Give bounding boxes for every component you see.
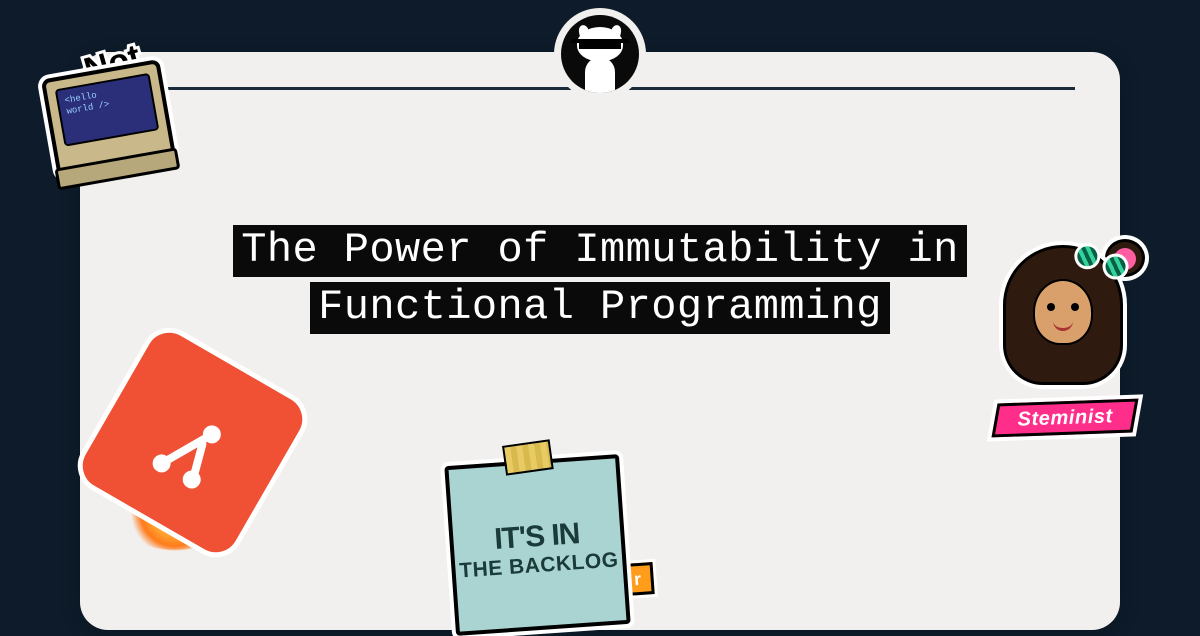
crt-screen: <hello world /> <box>55 73 160 147</box>
face-icon <box>1033 279 1093 345</box>
github-badge <box>554 8 646 100</box>
post-title-text: The Power of Immutability in Functional … <box>233 225 966 334</box>
crt-monitor-icon: <hello world /> <box>41 59 177 178</box>
sticky-note-icon: IT'S IN THE BACKLOG <box>444 454 630 636</box>
steminist-banner-text: Steminist <box>1017 405 1113 431</box>
steminist-banner: Steminist <box>992 399 1139 438</box>
backlog-line-2: THE BACKLOG <box>459 548 620 583</box>
git-sticker <box>95 345 290 540</box>
git-logo-icon <box>68 318 318 568</box>
retro-computer-sticker: NotMyBot <hello world /> <box>16 19 244 231</box>
octocat-icon <box>561 15 639 93</box>
sunglasses-icon <box>579 39 621 49</box>
post-title: The Power of Immutability in Functional … <box>185 222 1015 335</box>
steminist-sticker: Steminist <box>985 245 1155 435</box>
backlog-sticker: r IT'S IN THE BACKLOG <box>444 454 630 636</box>
